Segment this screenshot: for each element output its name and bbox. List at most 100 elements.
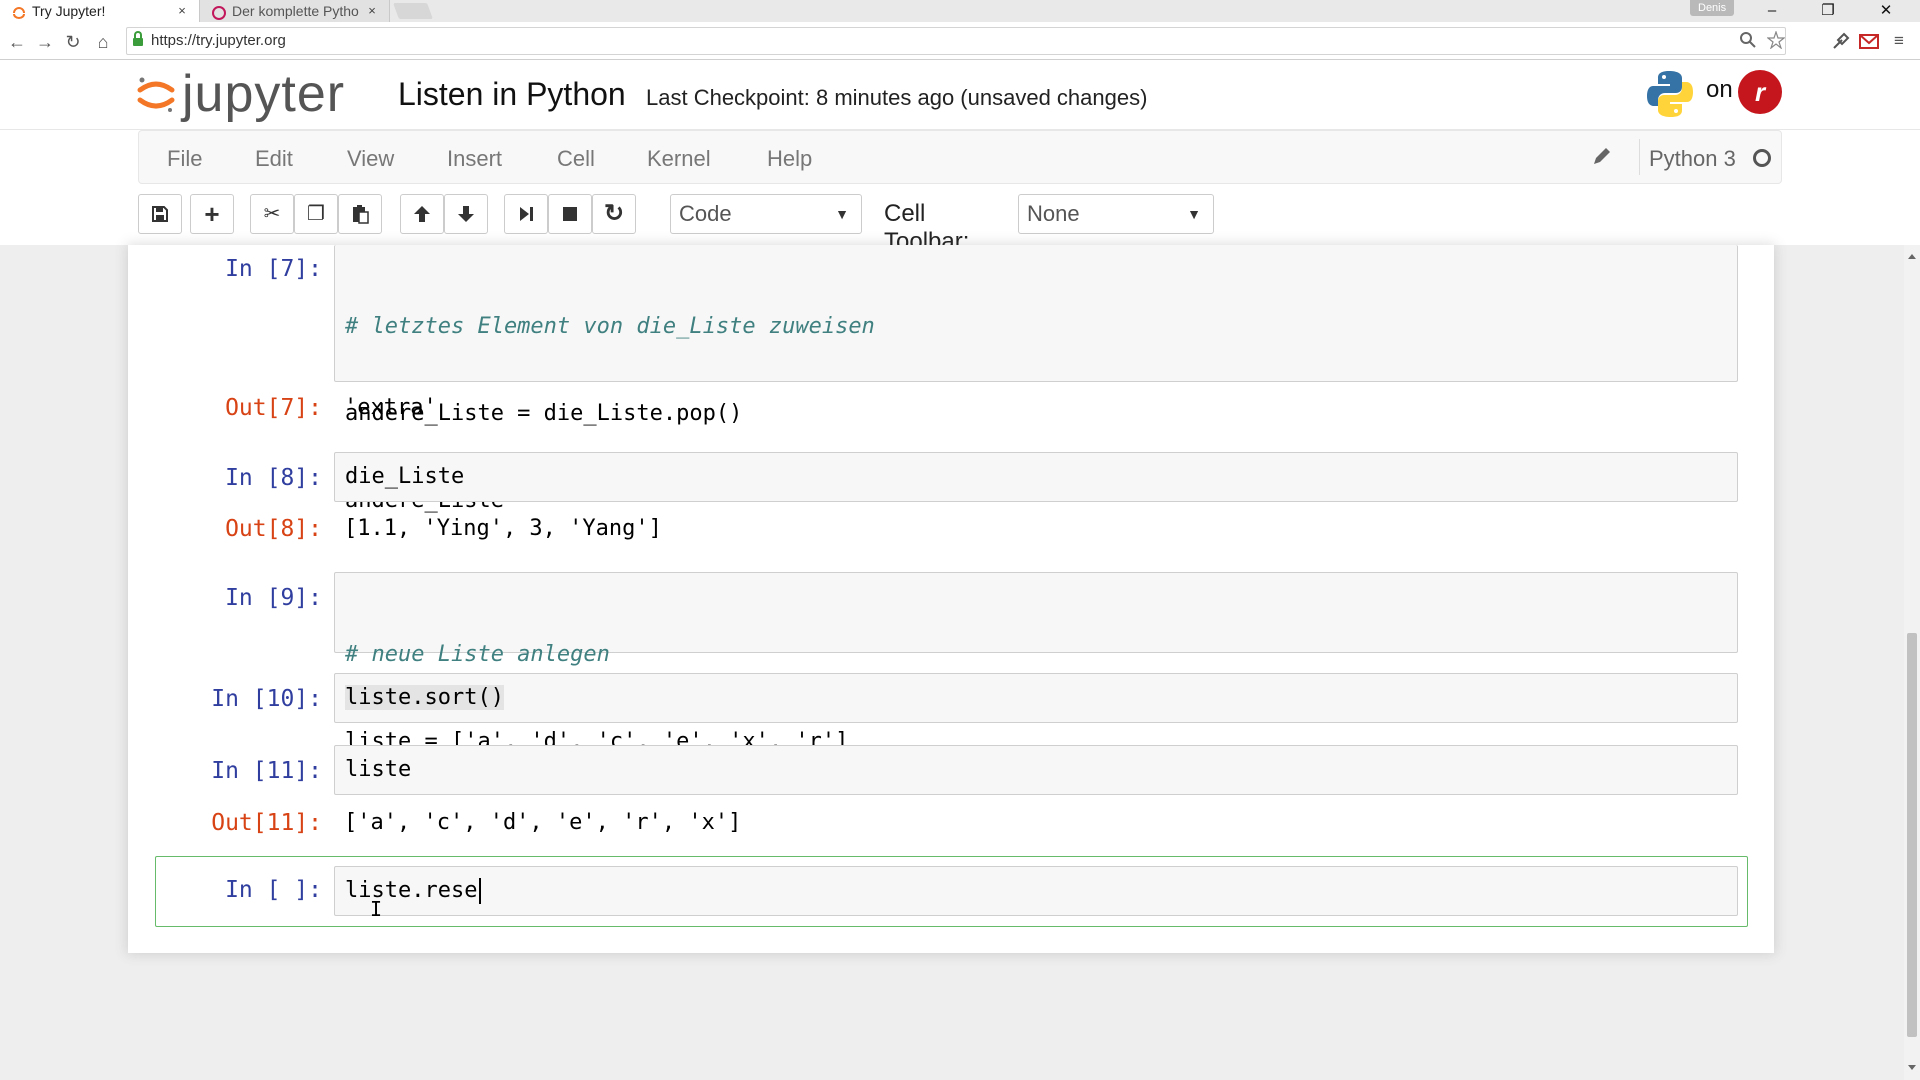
udemy-favicon-icon <box>212 4 226 20</box>
new-tab-button[interactable] <box>393 3 433 19</box>
save-icon <box>152 206 168 222</box>
in-prompt: In [10]: <box>211 686 322 712</box>
cell-type-value: Code <box>679 201 732 226</box>
cell-output: [1.1, 'Ying', 3, 'Yang'] <box>344 516 662 541</box>
in-prompt: In [8]: <box>225 465 322 491</box>
tab-title: Der komplette Pytho <box>232 3 359 19</box>
gmail-icon[interactable] <box>1858 30 1880 52</box>
out-prompt: Out[11]: <box>211 810 322 836</box>
menu-file[interactable]: File <box>167 146 202 172</box>
in-prompt: In [11]: <box>211 758 322 784</box>
cell-toolbar-value: None <box>1027 201 1080 226</box>
browser-user-badge[interactable]: Denis <box>1690 0 1735 16</box>
copy-button[interactable]: ❐ <box>294 194 338 234</box>
menu-kernel[interactable]: Kernel <box>647 146 711 172</box>
menu-cell[interactable]: Cell <box>557 146 595 172</box>
url-text: https://try.jupyter.org <box>151 32 286 49</box>
star-icon[interactable] <box>1767 31 1785 49</box>
save-button[interactable] <box>138 194 182 234</box>
home-icon[interactable]: ⌂ <box>92 31 114 53</box>
browser-tabbar: Try Jupyter! × Der komplette Pytho × Den… <box>0 0 1920 22</box>
arrow-up-icon <box>414 206 430 222</box>
paste-icon <box>353 205 369 224</box>
kernel-name: Python 3 <box>1649 146 1736 171</box>
cell-toolbar-select[interactable]: None ▼ <box>1018 194 1214 234</box>
python-logo-icon <box>1647 71 1693 117</box>
copy-icon: ❐ <box>307 203 325 225</box>
jupyter-swirl-icon <box>137 77 175 112</box>
extension-icon[interactable] <box>1830 30 1852 52</box>
menu-edit[interactable]: Edit <box>255 146 293 172</box>
menubar: File Edit View Insert Cell Kernel Help P… <box>138 130 1782 184</box>
move-up-button[interactable] <box>400 194 444 234</box>
scroll-up-arrow-icon[interactable] <box>1904 249 1920 263</box>
back-icon[interactable]: ← <box>6 31 28 53</box>
pencil-icon[interactable] <box>1591 145 1613 167</box>
text-cursor <box>479 878 481 904</box>
menu-insert[interactable]: Insert <box>447 146 502 172</box>
code-line: liste.rese <box>345 878 478 903</box>
browser-addressbar: ← → ↻ ⌂ https://try.jupyter.org <box>0 22 1920 60</box>
move-down-button[interactable] <box>444 194 488 234</box>
in-prompt: In [ ]: <box>225 877 322 903</box>
code-cell-input[interactable]: # neue Liste anlegen liste = ['a', 'd', … <box>334 572 1738 754</box>
code-cell-input[interactable]: liste.sort() <box>334 673 1738 723</box>
code-cell-input[interactable]: die_Liste <box>334 452 1738 502</box>
cell-output: ['a', 'c', 'd', 'e', 'r', 'x'] <box>344 810 742 835</box>
restart-icon: ↻ <box>603 200 625 227</box>
code-line: # neue Liste anlegen <box>345 642 610 667</box>
scissors-icon: ✂ <box>263 203 281 225</box>
tab-close-icon[interactable]: × <box>365 0 379 22</box>
scroll-down-arrow-icon[interactable] <box>1904 1061 1920 1075</box>
browser-tab-python-course[interactable]: Der komplette Pytho × <box>200 0 390 22</box>
browser-menu-icon[interactable]: ≡ <box>1888 30 1910 52</box>
page-scrollbar[interactable] <box>1904 245 1920 1080</box>
jupyter-header: jupyter Listen in Python Last Checkpoint… <box>0 60 1920 130</box>
out-prompt: Out[7]: <box>225 395 322 421</box>
notebook-title[interactable]: Listen in Python <box>398 76 626 113</box>
minimize-button[interactable]: – <box>1744 0 1800 22</box>
forward-icon[interactable]: → <box>34 31 56 53</box>
chevron-down-icon: ▼ <box>1187 206 1201 222</box>
restart-kernel-button[interactable]: ↻ <box>592 194 636 234</box>
jupyter-logo[interactable]: jupyter <box>136 66 345 122</box>
interrupt-kernel-button[interactable] <box>548 194 592 234</box>
lock-icon <box>133 31 143 47</box>
kernel-idle-indicator-icon <box>1753 149 1771 167</box>
cell-type-select[interactable]: Code ▼ <box>670 194 862 234</box>
on-label: on <box>1706 76 1733 103</box>
insert-cell-button[interactable]: + <box>190 194 234 234</box>
mouse-ibeam-cursor-icon: I <box>370 897 383 921</box>
code-cell-input[interactable]: liste <box>334 745 1738 795</box>
browser-tab-try-jupyter[interactable]: Try Jupyter! × <box>0 0 200 22</box>
code-line: die_Liste <box>345 464 465 489</box>
code-line: liste <box>345 757 412 782</box>
arrow-down-icon <box>458 206 474 222</box>
cell-output: 'extra' <box>344 395 437 420</box>
scrollbar-thumb[interactable] <box>1907 633 1917 1037</box>
tab-close-icon[interactable]: × <box>175 0 189 22</box>
menu-help[interactable]: Help <box>767 146 812 172</box>
menu-divider <box>1639 139 1640 175</box>
zoom-icon[interactable] <box>1739 31 1757 49</box>
tab-title: Try Jupyter! <box>32 3 106 19</box>
run-cell-button[interactable] <box>504 194 548 234</box>
reload-icon[interactable]: ↻ <box>62 31 84 53</box>
stop-icon <box>563 207 577 221</box>
in-prompt: In [9]: <box>225 585 322 611</box>
menu-view[interactable]: View <box>347 146 394 172</box>
close-window-button[interactable]: ✕ <box>1858 0 1914 22</box>
paste-button[interactable] <box>338 194 382 234</box>
jupyter-wordmark: jupyter <box>182 65 346 123</box>
out-prompt: Out[8]: <box>225 516 322 542</box>
active-code-cell-input[interactable]: liste.rese <box>334 866 1738 916</box>
restore-button[interactable]: ❐ <box>1800 0 1856 22</box>
checkpoint-status: Last Checkpoint: 8 minutes ago (unsaved … <box>646 85 1148 110</box>
code-line: liste.sort() <box>345 685 504 710</box>
code-cell-input[interactable]: # letztes Element von die_Liste zuweisen… <box>334 245 1738 513</box>
step-forward-icon <box>520 207 533 221</box>
code-line: # letztes Element von die_Liste zuweisen <box>345 314 875 339</box>
cut-button[interactable]: ✂ <box>250 194 294 234</box>
jupyter-favicon-icon <box>12 4 26 19</box>
url-input[interactable]: https://try.jupyter.org <box>126 27 1786 55</box>
